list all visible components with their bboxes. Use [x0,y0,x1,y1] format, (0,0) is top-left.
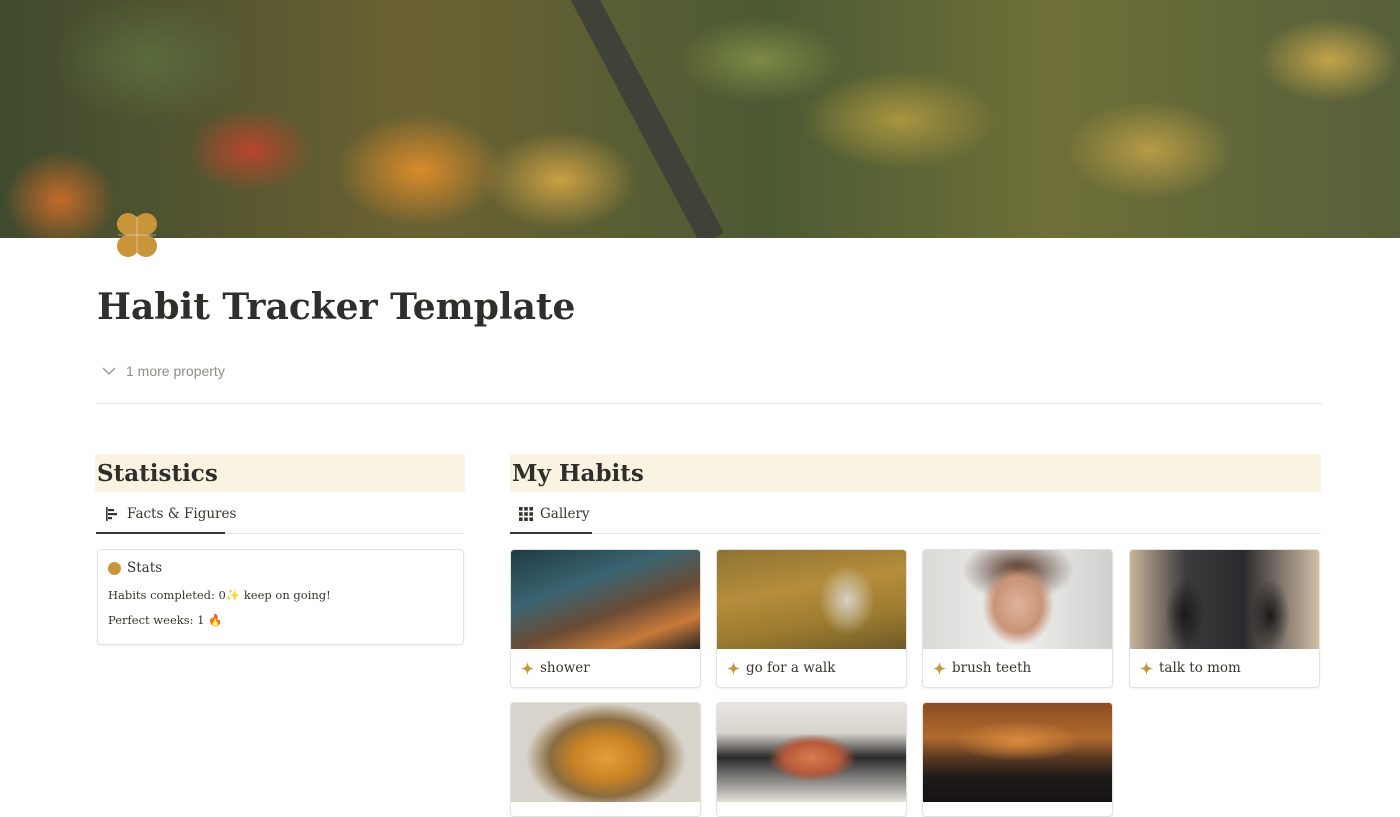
habit-card-label: shower [511,649,700,687]
habit-card-talk-to-mom[interactable]: talk to mom [1129,549,1320,688]
clover-icon[interactable] [106,206,168,268]
pasta-dish-image [511,703,700,802]
stats-title-text: Stats [127,560,163,576]
tab-facts-and-figures-label: Facts & Figures [127,506,237,522]
page-title[interactable]: Habit Tracker Template [97,286,575,328]
habit-card-shower[interactable]: shower [510,549,701,688]
candlelit-bath-image [511,550,700,649]
tab-gallery[interactable]: Gallery [519,504,590,524]
stats-card-title: Stats [108,560,162,576]
habit-card-label: brush teeth [923,649,1112,687]
habit-name: brush teeth [952,660,1032,676]
brushing-teeth-image [923,550,1112,649]
autumn-road-driving-image [923,703,1112,802]
sparkle-diamond-icon [933,661,946,675]
habits-tab-divider [510,533,1321,534]
two-people-talking-image [1130,550,1319,649]
more-properties-toggle[interactable]: 1 more property [100,360,225,382]
autumn-bench-image [717,550,906,649]
stats-card[interactable]: Stats Habits completed: 0✨ keep on going… [97,549,464,645]
habit-card-5[interactable] [510,702,701,817]
gallery-grid-icon [519,507,533,521]
sparkle-diamond-icon [1140,661,1153,675]
habit-card-7[interactable] [922,702,1113,817]
habit-card-label: talk to mom [1130,649,1319,687]
handheld-game-console-image [717,703,906,802]
chevron-down-icon [102,367,116,375]
habits-completed-text: Habits completed: 0✨ keep on going! [108,588,331,602]
more-properties-label: 1 more property [126,363,225,379]
habit-name: talk to mom [1159,660,1241,676]
habit-name: go for a walk [746,660,836,676]
habit-card-brush-teeth[interactable]: brush teeth [922,549,1113,688]
header-divider [96,403,1322,404]
perfect-weeks-text: Perfect weeks: 1 🔥 [108,613,223,627]
my-habits-heading: My Habits [510,454,1321,492]
habit-card-6[interactable] [716,702,907,817]
tab-gallery-label: Gallery [540,506,590,522]
statistics-heading: Statistics [95,454,465,492]
sparkle-diamond-icon [727,661,740,675]
chart-bars-icon [106,507,117,521]
status-dot-icon [108,561,121,575]
sparkle-diamond-icon [521,661,534,675]
habit-card-label: go for a walk [717,649,906,687]
cover-image[interactable] [0,0,1400,238]
statistics-tab-active-indicator [96,532,225,534]
tab-facts-and-figures[interactable]: Facts & Figures [104,504,236,524]
habits-tab-active-indicator [510,532,592,534]
habit-name: shower [540,660,590,676]
cover-road-decoration [560,0,724,238]
habit-card-go-for-a-walk[interactable]: go for a walk [716,549,907,688]
